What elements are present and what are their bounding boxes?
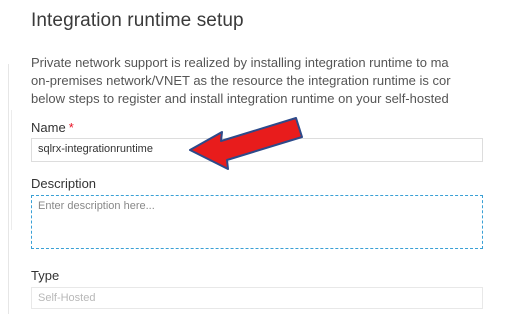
type-label: Type bbox=[31, 268, 60, 283]
description-label: Description bbox=[31, 176, 97, 191]
name-input[interactable]: sqlrx-integrationruntime bbox=[31, 138, 483, 162]
description-textarea[interactable]: Enter description here... bbox=[31, 195, 483, 249]
panel-left-border bbox=[8, 64, 9, 314]
name-label-text: Name bbox=[31, 120, 66, 135]
description-line: on-premises network/VNET as the resource… bbox=[31, 73, 451, 88]
description-line: Private network support is realized by i… bbox=[31, 55, 449, 70]
type-field: Self-Hosted bbox=[31, 287, 483, 309]
setup-description: Private network support is realized by i… bbox=[31, 54, 483, 108]
name-label: Name * bbox=[31, 120, 74, 135]
description-line: below steps to register and install inte… bbox=[31, 91, 449, 106]
panel-inner-border bbox=[11, 110, 12, 230]
required-mark: * bbox=[68, 120, 74, 135]
page-title: Integration runtime setup bbox=[31, 10, 244, 31]
